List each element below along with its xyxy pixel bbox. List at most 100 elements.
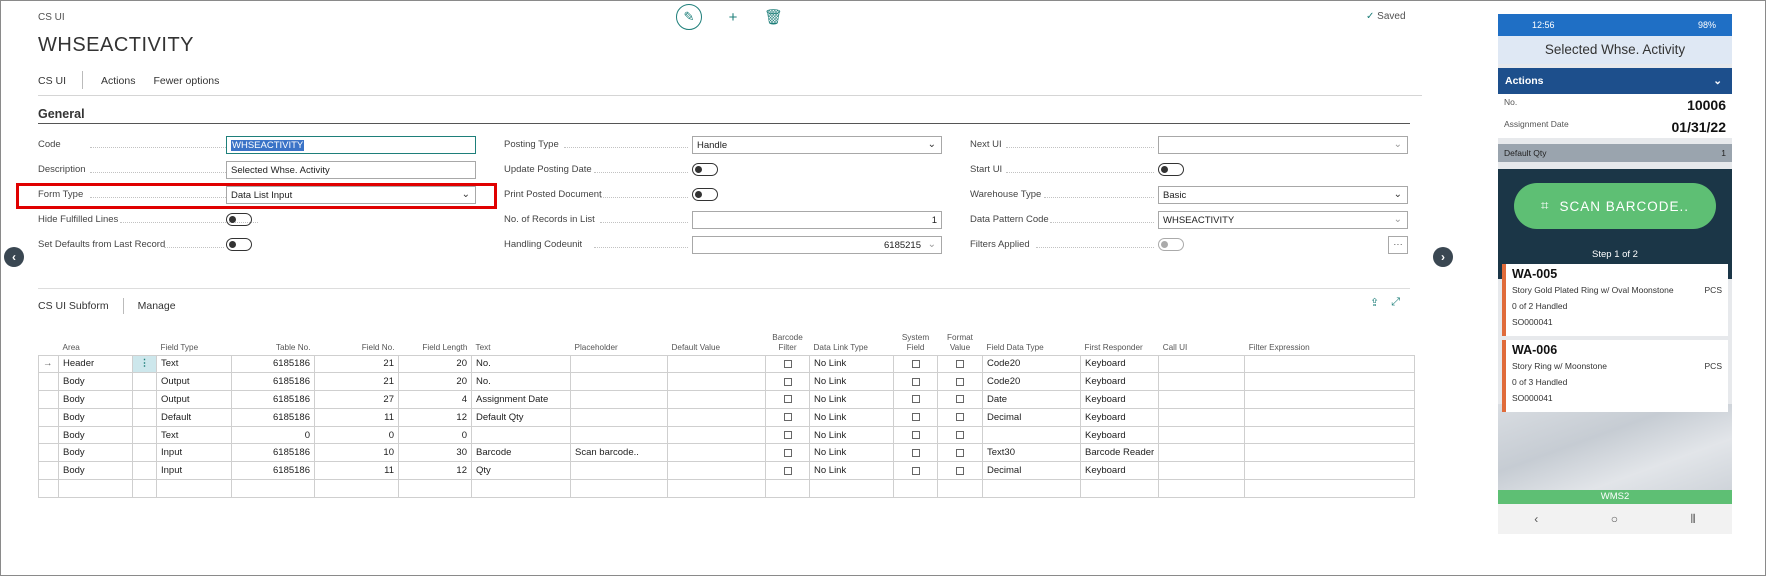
checkbox[interactable] bbox=[783, 466, 792, 475]
cell-placeholder[interactable] bbox=[570, 390, 668, 409]
cell-placeholder[interactable] bbox=[570, 425, 668, 445]
format-value-checkbox[interactable] bbox=[937, 354, 983, 374]
cell-field-length[interactable]: 0 bbox=[398, 425, 472, 445]
cell-data-link-type[interactable]: No Link bbox=[809, 372, 894, 392]
cell-call-ui[interactable] bbox=[1158, 372, 1246, 392]
system-field-checkbox[interactable] bbox=[893, 461, 938, 481]
cell-default-value[interactable] bbox=[667, 479, 766, 498]
cell-filter-expression[interactable] bbox=[1244, 407, 1416, 427]
checkbox[interactable] bbox=[956, 377, 964, 386]
col-header[interactable]: Format Value bbox=[938, 325, 983, 355]
cell-table-no[interactable]: 6185186 bbox=[231, 443, 315, 463]
phone-actions-bar[interactable]: Actions ⌄ bbox=[1498, 68, 1732, 94]
checkbox[interactable] bbox=[783, 413, 792, 422]
row-menu-icon[interactable]: ⋮ bbox=[132, 354, 157, 374]
table-row[interactable] bbox=[38, 479, 1416, 498]
col-header[interactable]: Area bbox=[59, 325, 133, 355]
cell-data-link-type[interactable]: No Link bbox=[809, 390, 894, 409]
cell-area[interactable] bbox=[58, 479, 133, 498]
row-menu-icon[interactable] bbox=[132, 372, 157, 392]
cell-placeholder[interactable] bbox=[570, 354, 668, 374]
cell-first-responder[interactable]: Keyboard bbox=[1079, 425, 1160, 445]
col-header[interactable]: Data Link Type bbox=[810, 325, 894, 355]
cell-field-type[interactable]: Output bbox=[156, 372, 232, 392]
cell-field-length[interactable]: 20 bbox=[398, 354, 472, 374]
cell-field-type[interactable] bbox=[156, 479, 232, 498]
cell-data-link-type[interactable]: No Link bbox=[809, 407, 894, 427]
cell-text[interactable] bbox=[471, 425, 571, 445]
barcode-filter-checkbox[interactable] bbox=[765, 372, 810, 392]
cell-field-data-type[interactable] bbox=[982, 425, 1081, 445]
col-header[interactable]: Field Data Type bbox=[983, 325, 1081, 355]
row-menu-icon[interactable] bbox=[132, 443, 157, 463]
cell-field-length[interactable] bbox=[398, 479, 472, 498]
row-menu-icon[interactable] bbox=[132, 479, 157, 498]
start-ui-toggle[interactable] bbox=[1158, 163, 1184, 176]
cell-field-data-type[interactable]: Date bbox=[982, 390, 1081, 409]
cell-first-responder[interactable]: Keyboard bbox=[1079, 407, 1160, 427]
recents-icon[interactable]: ⦀ bbox=[1690, 512, 1695, 527]
col-header[interactable]: Call UI bbox=[1159, 325, 1245, 355]
cell-call-ui[interactable] bbox=[1158, 461, 1246, 481]
delete-icon[interactable]: 🗑 bbox=[764, 8, 783, 26]
cell-field-no[interactable]: 21 bbox=[314, 372, 399, 392]
cell-first-responder[interactable]: Barcode Reader bbox=[1079, 443, 1160, 463]
checkbox[interactable] bbox=[911, 466, 920, 475]
format-value-checkbox[interactable] bbox=[937, 390, 983, 409]
cell-call-ui[interactable] bbox=[1158, 407, 1246, 427]
cell-text[interactable]: Assignment Date bbox=[471, 390, 571, 409]
cell-data-link-type[interactable] bbox=[809, 479, 894, 498]
action-actions[interactable]: Actions bbox=[101, 68, 135, 87]
checkbox[interactable] bbox=[911, 431, 920, 440]
cell-data-link-type[interactable]: No Link bbox=[809, 425, 894, 445]
action-cs-ui[interactable]: CS UI bbox=[38, 68, 66, 87]
col-header[interactable]: Default Value bbox=[668, 325, 766, 355]
col-header[interactable]: Text bbox=[472, 325, 571, 355]
cell-field-no[interactable]: 21 bbox=[314, 354, 399, 374]
barcode-filter-checkbox[interactable] bbox=[765, 354, 810, 374]
expand-icon[interactable]: ⤢ bbox=[1391, 296, 1400, 309]
code-input[interactable]: WHSEACTIVITY bbox=[226, 136, 476, 154]
cell-field-length[interactable]: 12 bbox=[398, 461, 472, 481]
previous-arrow-icon[interactable]: ‹ bbox=[4, 247, 24, 267]
activity-card[interactable]: WA-005 Story Gold Plated Ring w/ Oval Mo… bbox=[1502, 264, 1728, 336]
col-header[interactable]: Field Length bbox=[399, 325, 472, 355]
cell-default-value[interactable] bbox=[667, 372, 766, 392]
checkbox[interactable] bbox=[956, 466, 964, 475]
cell-field-no[interactable]: 11 bbox=[314, 407, 399, 427]
barcode-filter-checkbox[interactable] bbox=[765, 390, 810, 409]
format-value-checkbox[interactable] bbox=[937, 372, 983, 392]
edit-icon[interactable]: ✎ bbox=[676, 4, 702, 30]
cell-table-no[interactable]: 6185186 bbox=[231, 354, 315, 374]
cell-field-no[interactable]: 0 bbox=[314, 425, 399, 445]
cell-field-type[interactable]: Default bbox=[156, 407, 232, 427]
cell-field-type[interactable]: Input bbox=[156, 443, 232, 463]
table-row[interactable]: → Header ⋮ Text 6185186 21 20 No. No Link Code20 K… bbox=[38, 354, 1416, 374]
col-header[interactable]: Placeholder bbox=[571, 325, 668, 355]
row-menu-icon[interactable] bbox=[132, 407, 157, 427]
cell-field-length[interactable]: 30 bbox=[398, 443, 472, 463]
cell-default-value[interactable] bbox=[667, 390, 766, 409]
format-value-checkbox[interactable] bbox=[937, 479, 983, 498]
cell-table-no[interactable]: 6185186 bbox=[231, 372, 315, 392]
cell-call-ui[interactable] bbox=[1158, 354, 1246, 374]
cell-text[interactable]: No. bbox=[471, 354, 571, 374]
col-header[interactable]: First Responder bbox=[1081, 325, 1159, 355]
barcode-filter-checkbox[interactable] bbox=[765, 407, 810, 427]
share-icon[interactable]: ⇪ bbox=[1370, 296, 1379, 309]
system-field-checkbox[interactable] bbox=[893, 425, 938, 445]
cell-field-data-type[interactable]: Decimal bbox=[982, 461, 1081, 481]
system-field-checkbox[interactable] bbox=[893, 354, 938, 374]
table-row[interactable]: Body Output 6185186 27 4 Assignment Date No Li… bbox=[38, 390, 1416, 409]
cell-field-data-type[interactable]: Text30 bbox=[982, 443, 1081, 463]
cell-data-link-type[interactable]: No Link bbox=[809, 354, 894, 374]
cell-first-responder[interactable]: Keyboard bbox=[1079, 461, 1160, 481]
row-menu-icon[interactable] bbox=[132, 461, 157, 481]
cell-area[interactable]: Body bbox=[58, 425, 133, 445]
checkbox[interactable] bbox=[956, 413, 964, 422]
checkbox[interactable] bbox=[783, 395, 792, 404]
print-posted-document-toggle[interactable] bbox=[692, 188, 718, 201]
cell-placeholder[interactable] bbox=[570, 461, 668, 481]
barcode-filter-checkbox[interactable] bbox=[765, 479, 810, 498]
col-header[interactable]: Barcode Filter bbox=[766, 325, 810, 355]
